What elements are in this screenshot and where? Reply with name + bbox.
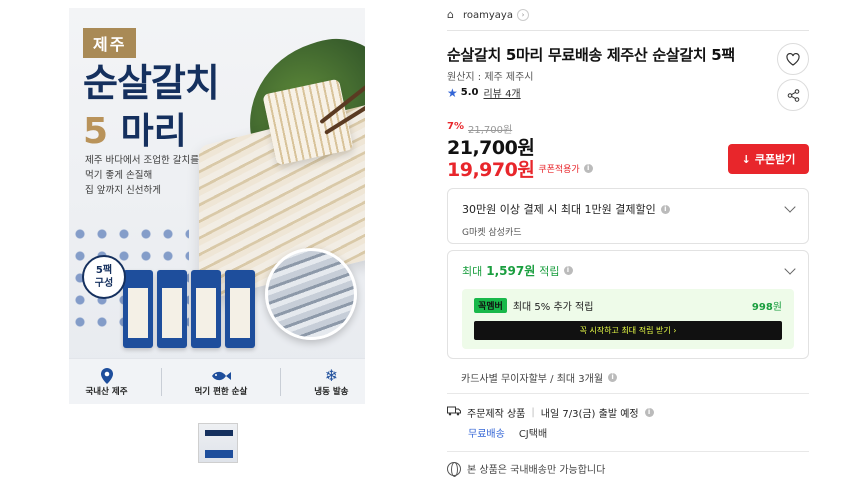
coupon-price-row: 19,970원 쿠폰적용가 i bbox=[447, 155, 593, 182]
star-icon: ★ bbox=[447, 85, 458, 100]
rating-score: 5.0 bbox=[460, 87, 479, 98]
store-link[interactable]: ⌂ roamyaya › bbox=[447, 9, 529, 21]
pack-badge-line1: 5팩 bbox=[95, 265, 113, 276]
share-icon bbox=[787, 88, 799, 102]
product-title: 순살갈치 5마리 무료배송 제주산 순살갈치 5팩 bbox=[447, 46, 735, 64]
feature-label: 국내산 제주 bbox=[85, 386, 128, 397]
store-name: roamyaya bbox=[463, 9, 513, 21]
fish-icon bbox=[210, 367, 232, 385]
product-origin: 원산지 : 제주 제주시 bbox=[447, 72, 534, 83]
info-icon[interactable]: i bbox=[583, 164, 593, 173]
hero-copy: 제주 바다에서 조업한 갈치를 먹기 좋게 손질해 집 앞까지 신선하게 bbox=[85, 153, 199, 198]
domestic-shipping-note: 본 상품은 국내배송만 가능합니다 bbox=[447, 461, 606, 477]
membership-badge: 꼭멤버 bbox=[474, 298, 507, 313]
divider bbox=[447, 30, 809, 31]
installment-text: 카드사별 무이자할부 / 최대 3개월 bbox=[461, 374, 604, 385]
feature-label: 냉동 발송 bbox=[314, 386, 349, 397]
domestic-note-text: 본 상품은 국내배송만 가능합니다 bbox=[467, 465, 606, 476]
hero-count: 5 마리 bbox=[83, 102, 187, 154]
points-title-row: 최대 1,597원 적립 i bbox=[462, 262, 794, 279]
heart-icon bbox=[786, 52, 800, 66]
info-icon[interactable]: i bbox=[608, 373, 618, 382]
membership-extra-amount: 998원 bbox=[752, 298, 782, 313]
hero-count-number: 5 bbox=[83, 111, 109, 152]
points-panel[interactable]: 최대 1,597원 적립 i 꼭멤버 최대 5% 추가 적립 998원 꼭 시작… bbox=[447, 250, 809, 359]
hero-title: 순살갈치 bbox=[83, 61, 220, 105]
membership-row: 꼭멤버 최대 5% 추가 적립 998원 bbox=[474, 298, 782, 313]
location-pin-icon bbox=[96, 367, 118, 385]
feature-label: 먹기 편한 순살 bbox=[194, 386, 248, 397]
info-icon[interactable]: i bbox=[563, 266, 573, 275]
points-prefix: 최대 bbox=[462, 264, 483, 278]
product-main-image: 제주 순살갈치 5 마리 제주 바다에서 조업한 갈치를 먹기 좋게 손질해 집… bbox=[69, 8, 365, 404]
globe-icon bbox=[447, 461, 461, 477]
divider bbox=[447, 393, 809, 394]
rating-summary: ★ 5.0 리뷰 4개 bbox=[447, 85, 521, 101]
divider bbox=[160, 367, 162, 396]
installment-info: 카드사별 무이자할부 / 최대 3개월 i bbox=[461, 370, 618, 385]
divider: | bbox=[531, 407, 535, 418]
shipping-row: 주문제작 상품 | 내일 7/3(금) 출발 예정 i bbox=[447, 405, 654, 420]
get-coupon-button[interactable]: ↓ 쿠폰받기 bbox=[728, 144, 809, 174]
card-discount-panel[interactable]: 30만원 이상 결제 시 최대 1만원 결제할인 i G마켓 삼성카드 bbox=[447, 188, 809, 244]
feature-boneless: 먹기 편한 순살 bbox=[194, 367, 247, 397]
shipping-details: 무료배송 CJ택배 bbox=[468, 425, 547, 440]
hero-count-word: 마리 bbox=[120, 111, 187, 152]
free-shipping-label: 무료배송 bbox=[468, 429, 505, 440]
hero-copy-line: 집 앞까지 신선하게 bbox=[85, 185, 161, 196]
divider bbox=[447, 451, 809, 452]
wishlist-button[interactable] bbox=[777, 43, 809, 75]
hero-feature-bar: 국내산 제주 먹기 편한 순살 ❄ 냉동 발송 bbox=[69, 358, 365, 404]
share-button[interactable] bbox=[777, 79, 809, 111]
chevron-right-icon: › bbox=[516, 9, 529, 21]
coupon-price: 19,970원 bbox=[447, 159, 535, 181]
extra-amount-value: 998 bbox=[751, 302, 773, 313]
coupon-price-label: 쿠폰적용가 bbox=[538, 165, 580, 175]
membership-extra-text: 최대 5% 추가 적립 bbox=[512, 302, 594, 313]
download-arrow-icon: ↓ bbox=[741, 152, 751, 166]
membership-badge-b: 멤버 bbox=[486, 302, 503, 312]
snowflake-icon: ❄ bbox=[324, 366, 339, 385]
shipping-label: 주문제작 상품 bbox=[467, 409, 526, 420]
truck-icon bbox=[447, 406, 461, 419]
shipping-schedule: 내일 7/3(금) 출발 예정 bbox=[540, 409, 639, 420]
info-icon[interactable]: i bbox=[660, 204, 670, 214]
home-icon: ⌂ bbox=[447, 8, 454, 21]
pack-count-badge: 5팩 구성 bbox=[82, 255, 126, 299]
membership-points-box: 꼭멤버 최대 5% 추가 적립 998원 꼭 시작하고 최대 적립 받기 › bbox=[462, 289, 794, 349]
card-discount-title: 30만원 이상 결제 시 최대 1만원 결제할인 bbox=[462, 203, 656, 216]
extra-amount-unit: 원 bbox=[772, 302, 782, 313]
thumbnail-image[interactable] bbox=[198, 423, 238, 463]
review-link[interactable]: 리뷰 4개 bbox=[483, 85, 520, 100]
feature-origin: 국내산 제주 bbox=[85, 367, 128, 397]
carrier-label: CJ택배 bbox=[518, 429, 548, 440]
card-discount-subtitle: G마켓 삼성카드 bbox=[462, 228, 522, 238]
card-discount-title-row: 30만원 이상 결제 시 최대 1만원 결제할인 i bbox=[462, 201, 794, 217]
whole-fish-photo bbox=[265, 248, 357, 340]
membership-join-button[interactable]: 꼭 시작하고 최대 적립 받기 › bbox=[474, 321, 782, 340]
coupon-button-label: 쿠폰받기 bbox=[754, 153, 796, 166]
points-amount: 1,597원 bbox=[486, 264, 536, 278]
divider bbox=[280, 367, 282, 396]
hero-copy-line: 먹기 좋게 손질해 bbox=[85, 170, 153, 181]
hero-copy-line: 제주 바다에서 조업한 갈치를 bbox=[85, 155, 199, 166]
pack-badge-line2: 구성 bbox=[94, 278, 114, 289]
feature-frozen: ❄ 냉동 발송 bbox=[314, 366, 349, 397]
info-icon[interactable]: i bbox=[644, 408, 654, 417]
points-suffix: 적립 bbox=[539, 264, 560, 278]
